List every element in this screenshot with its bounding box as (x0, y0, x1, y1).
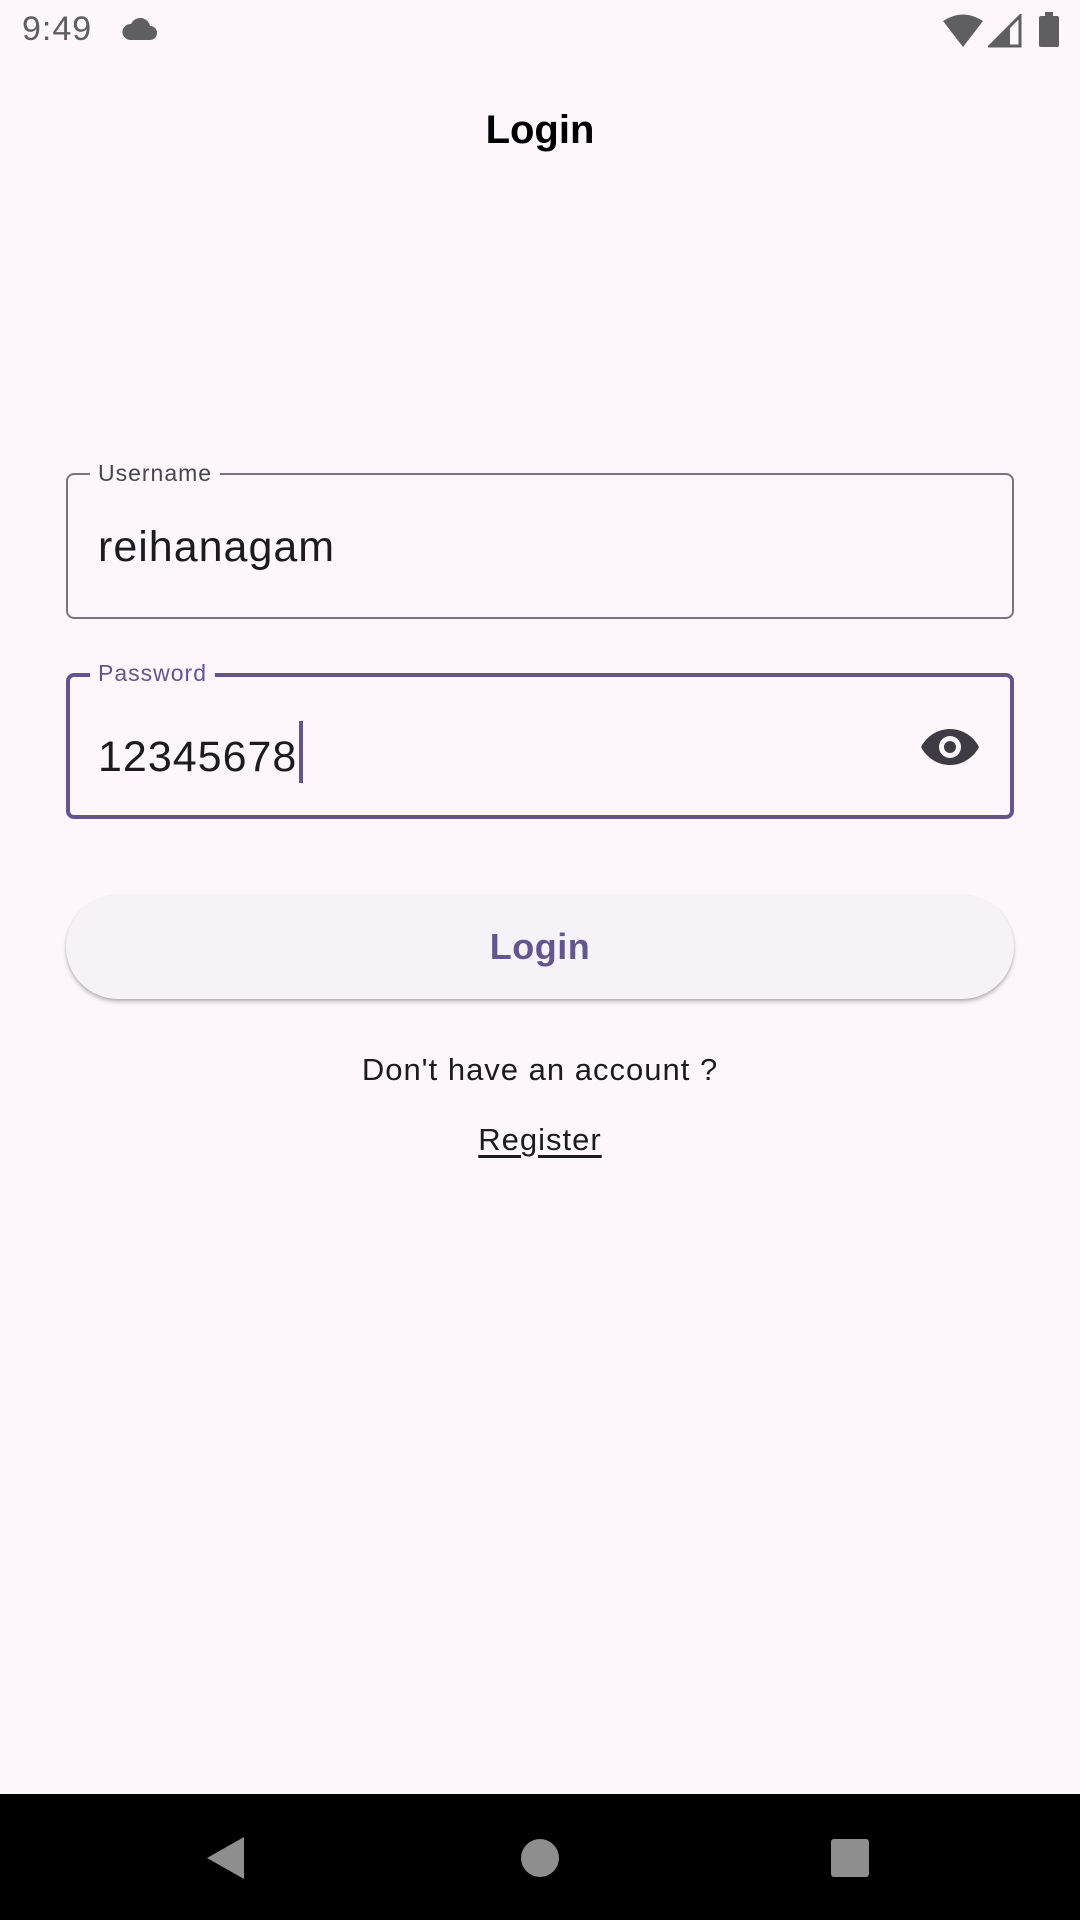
battery-icon (1039, 12, 1059, 47)
signal-icon (988, 14, 1022, 48)
text-cursor (299, 721, 304, 783)
cloud-icon (122, 18, 157, 40)
username-label: Username (90, 460, 221, 486)
password-field[interactable]: Password 12345678 (66, 660, 1014, 819)
navigation-bar (0, 1794, 1080, 1920)
wifi-icon (943, 14, 983, 47)
username-input[interactable]: reihanagam (98, 521, 335, 573)
eye-icon (921, 729, 979, 765)
password-input[interactable]: 12345678 (98, 733, 297, 781)
register-link[interactable]: Register (478, 1122, 601, 1157)
back-icon (207, 1837, 244, 1879)
account-prompt: Don't have an account ? (361, 1052, 719, 1087)
password-label: Password (90, 660, 215, 686)
username-field[interactable]: Username reihanagam (66, 460, 1014, 619)
home-button[interactable] (504, 1822, 576, 1894)
home-icon (521, 1839, 559, 1877)
register-link-container: Register (0, 1122, 1080, 1158)
page-title: Login (485, 108, 595, 152)
recents-icon (831, 1839, 869, 1877)
recents-button[interactable] (814, 1822, 886, 1894)
status-time: 9:49 (22, 10, 93, 48)
status-bar: 9:49 (0, 0, 1080, 64)
back-button[interactable] (190, 1822, 262, 1894)
login-button[interactable]: Login (66, 895, 1014, 999)
toggle-password-visibility-button[interactable] (918, 721, 982, 773)
password-input-wrapper[interactable]: 12345678 (98, 721, 304, 783)
